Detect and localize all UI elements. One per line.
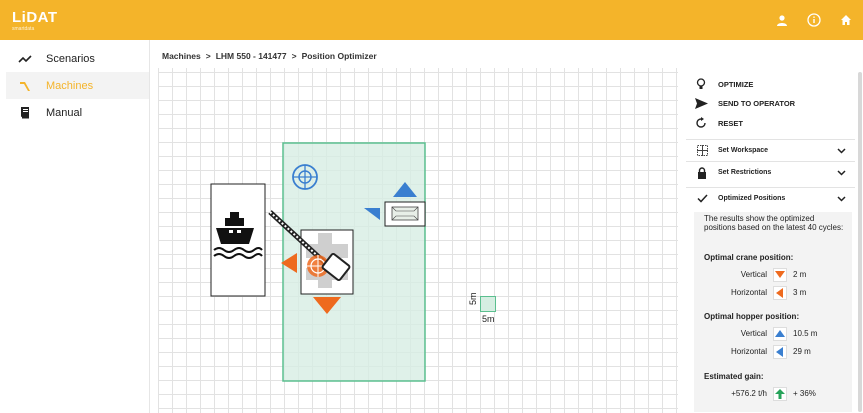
hopper-horizontal-row: Horizontal 29 m	[704, 345, 844, 359]
arrow-down-icon	[773, 268, 787, 282]
reset-button[interactable]: RESET	[694, 114, 743, 132]
row-value: 10.5 m	[793, 329, 818, 338]
row-label: Vertical	[740, 329, 767, 338]
gain-percent: + 36%	[793, 389, 816, 398]
row-value: 3 m	[793, 288, 807, 297]
lock-icon	[696, 166, 708, 179]
row-value: 2 m	[793, 270, 807, 279]
hopper-position-title: Optimal hopper position:	[704, 312, 800, 321]
crane-vertical-row: Vertical 2 m	[704, 268, 844, 282]
set-workspace-accordion[interactable]: Set Workspace	[686, 139, 855, 161]
optimize-label: OPTIMIZE	[718, 79, 754, 89]
optimize-button[interactable]: OPTIMIZE	[694, 75, 753, 93]
arrow-left-icon	[773, 345, 787, 359]
scale-label-horizontal: 5m	[482, 314, 495, 324]
send-icon	[694, 96, 708, 110]
target-icon[interactable]	[292, 164, 318, 190]
row-value: 29 m	[793, 347, 811, 356]
check-icon	[696, 193, 708, 205]
row-label: Horizontal	[730, 347, 767, 356]
chevron-down-icon	[837, 168, 846, 179]
set-workspace-label: Set Workspace	[718, 147, 769, 154]
panel-scrollbar[interactable]	[858, 72, 862, 412]
crane-position-title: Optimal crane position:	[704, 253, 794, 262]
scale-indicator	[480, 296, 496, 312]
row-label: Horizontal	[730, 288, 767, 297]
scale-label-vertical: 5m	[468, 292, 478, 305]
optimized-positions-accordion[interactable]: Optimized Positions	[686, 187, 855, 209]
estimated-gain-row: +576.2 t/h + 36%	[704, 387, 844, 401]
gain-rate: +576.2 t/h	[731, 389, 767, 398]
hopper-icon	[391, 206, 419, 221]
optimized-positions-label: Optimized Positions	[718, 195, 786, 202]
crane-horizontal-row: Horizontal 3 m	[704, 286, 844, 300]
arrow-left-icon	[773, 286, 787, 300]
results-description: The results show the optimized positions…	[704, 214, 844, 232]
arrow-up-icon	[773, 327, 787, 341]
lightbulb-icon	[694, 77, 708, 91]
row-label: Vertical	[740, 270, 767, 279]
send-to-operator-button[interactable]: SEND TO OPERATOR	[694, 94, 795, 112]
set-restrictions-accordion[interactable]: Set Restrictions	[686, 161, 855, 183]
set-restrictions-label: Set Restrictions	[718, 169, 772, 176]
hopper-vertical-row: Vertical 10.5 m	[704, 327, 844, 341]
optimizer-panel: OPTIMIZE SEND TO OPERATOR RESET Set Work…	[686, 68, 855, 413]
reset-icon	[694, 116, 708, 130]
reset-label: RESET	[718, 118, 744, 128]
arrow-up-icon	[773, 387, 787, 401]
grid-icon	[696, 145, 708, 157]
chevron-down-icon	[837, 194, 846, 205]
chevron-down-icon	[837, 146, 846, 157]
send-to-operator-label: SEND TO OPERATOR	[718, 98, 796, 108]
estimated-gain-title: Estimated gain:	[704, 372, 764, 381]
